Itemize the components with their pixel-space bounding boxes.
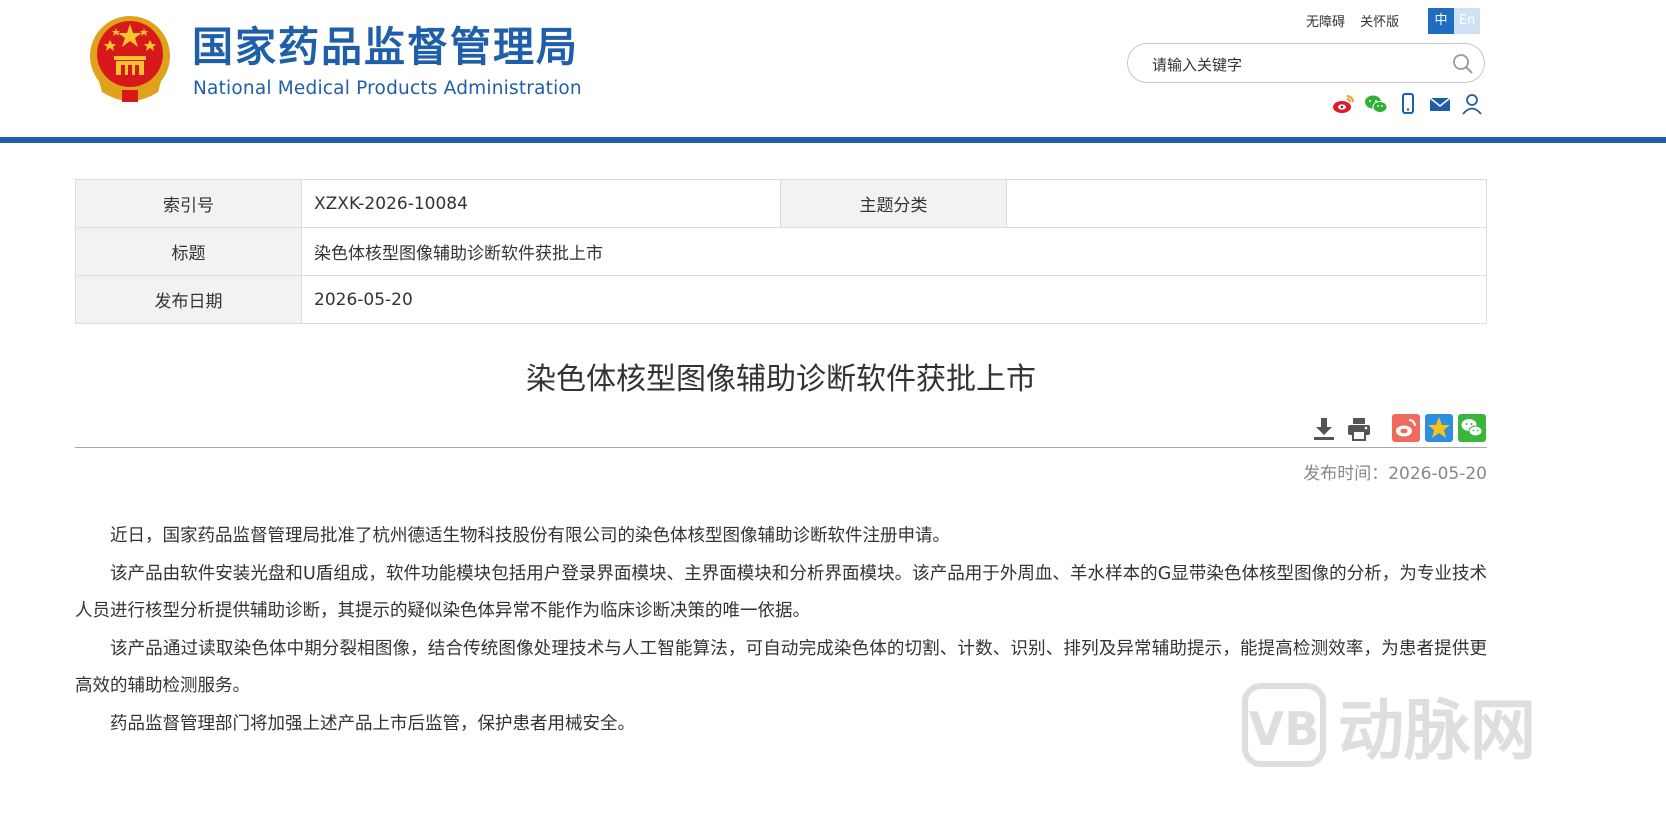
- accessibility-link[interactable]: 无障碍: [1306, 15, 1345, 30]
- language-switch: 中 En: [1428, 8, 1480, 34]
- watermark-logo-icon: VB 动脉网: [1242, 683, 1536, 767]
- lang-zh-button[interactable]: 中: [1428, 8, 1454, 34]
- meta-row-title: 标题 染色体核型图像辅助诊断软件获批上市: [75, 227, 1487, 276]
- search-input[interactable]: [1150, 53, 1444, 77]
- title-label: 标题: [75, 227, 302, 276]
- download-icon[interactable]: [1312, 416, 1336, 446]
- topic-label: 主题分类: [780, 179, 1007, 228]
- share-wechat-icon[interactable]: [1458, 414, 1486, 446]
- print-icon[interactable]: [1346, 416, 1372, 446]
- title-divider: [75, 447, 1487, 448]
- date-label: 发布日期: [75, 275, 302, 324]
- top-links: 无障碍 关怀版: [1306, 11, 1410, 30]
- lang-en-button[interactable]: En: [1454, 8, 1480, 34]
- site-name-en[interactable]: National Medical Products Administration: [193, 78, 582, 99]
- site-header: 国家药品监督管理局 National Medical Products Admi…: [0, 0, 1666, 137]
- article-meta-table: 索引号 XZXK-2026-10084 主题分类 标题 染色体核型图像辅助诊断软…: [75, 179, 1487, 324]
- index-label: 索引号: [75, 179, 302, 228]
- svg-text:VB: VB: [1249, 702, 1320, 756]
- date-value: 2026-05-20: [301, 275, 1487, 324]
- article-title: 染色体核型图像辅助诊断软件获批上市: [526, 362, 1036, 397]
- publish-time: 发布时间：2026-05-20: [1303, 464, 1487, 484]
- user-icon[interactable]: [1460, 93, 1484, 115]
- mobile-icon[interactable]: [1396, 93, 1420, 115]
- share-qzone-icon[interactable]: [1425, 414, 1453, 446]
- mail-icon[interactable]: [1428, 93, 1452, 115]
- meta-row-index: 索引号 XZXK-2026-10084 主题分类: [75, 179, 1487, 228]
- elder-mode-link[interactable]: 关怀版: [1360, 15, 1399, 30]
- social-links: [1332, 93, 1484, 115]
- meta-row-date: 发布日期 2026-05-20: [75, 275, 1487, 324]
- topic-value: [1006, 179, 1487, 228]
- search-icon[interactable]: [1452, 53, 1474, 75]
- weibo-icon[interactable]: [1332, 93, 1356, 115]
- paragraph-2: 该产品由软件安装光盘和U盾组成，软件功能模块包括用户登录界面模块、主界面模块和分…: [75, 563, 1487, 622]
- index-value: XZXK-2026-10084: [301, 179, 781, 228]
- site-name-cn[interactable]: 国家药品监督管理局: [192, 22, 579, 72]
- wechat-icon[interactable]: [1364, 93, 1388, 115]
- national-emblem-icon[interactable]: [88, 14, 172, 104]
- title-value: 染色体核型图像辅助诊断软件获批上市: [301, 227, 1487, 276]
- header-divider-bar: [0, 137, 1666, 143]
- share-weibo-icon[interactable]: [1392, 414, 1420, 446]
- paragraph-1: 近日，国家药品监督管理局批准了杭州德适生物科技股份有限公司的染色体核型图像辅助诊…: [110, 526, 950, 546]
- search-box: [1127, 43, 1485, 83]
- watermark-text: 动脉网: [1338, 692, 1536, 767]
